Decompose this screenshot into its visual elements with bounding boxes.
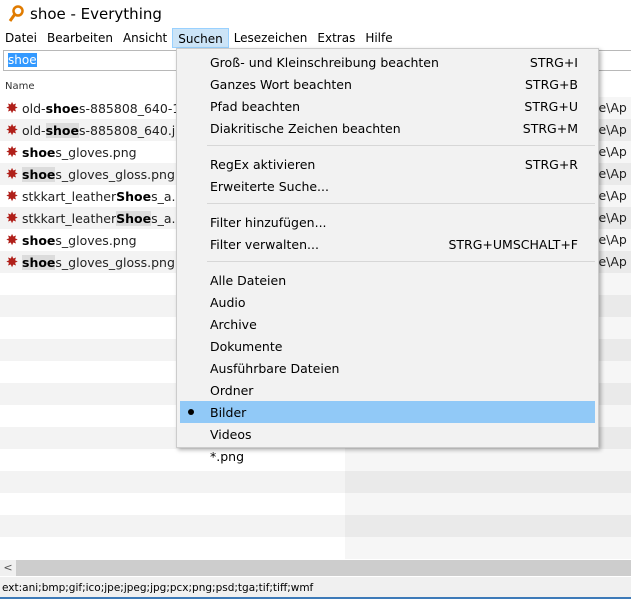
file-name: old-shoes-885808_640.jpg — [22, 122, 192, 138]
shortcut: STRG+I — [529, 54, 578, 70]
path-cell — [345, 515, 631, 537]
image-file-icon: ✸ — [5, 209, 19, 227]
menu-separator — [207, 145, 595, 146]
menu-lesezeichen[interactable]: Lesezeichen — [229, 28, 313, 48]
menu-separator — [207, 203, 595, 204]
suchen-menu: Groß- und Kleinschreibung beachten STRG+I… — [176, 48, 599, 464]
empty-row — [0, 537, 631, 559]
search-app-icon — [8, 5, 24, 23]
shortcut: STRG+UMSCHALT+F — [448, 236, 578, 252]
radio-bullet-icon — [188, 409, 194, 415]
menu-item[interactable]: Videos — [177, 423, 598, 445]
image-file-icon: ✸ — [5, 187, 19, 205]
file-name: old-shoes-885808_640-15. — [22, 100, 193, 116]
path-cell — [345, 471, 631, 493]
image-file-icon: ✸ — [5, 99, 19, 117]
scroll-left-icon[interactable]: < — [0, 560, 16, 576]
menu-extras[interactable]: Extras — [312, 28, 360, 48]
file-name: shoes_gloves.png — [22, 144, 137, 160]
file-name: stkkart_leatherShoes_a.png — [22, 188, 199, 204]
menu-item[interactable]: Ordner — [177, 379, 598, 401]
shortcut: STRG+M — [522, 120, 578, 136]
image-file-icon: ✸ — [5, 143, 19, 161]
menu-hilfe[interactable]: Hilfe — [360, 28, 397, 48]
image-file-icon: ✸ — [5, 121, 19, 139]
menu-item[interactable]: Filter verwalten... STRG+UMSCHALT+F — [177, 233, 598, 255]
empty-row — [0, 515, 631, 537]
menu-item[interactable]: Diakritische Zeichen beachten STRG+M — [177, 117, 598, 139]
image-file-icon: ✸ — [5, 253, 19, 271]
menu-bar: Datei Bearbeiten Ansicht Suchen Lesezeichen E… — [0, 28, 398, 48]
shortcut: STRG+B — [525, 76, 578, 92]
menu-item[interactable]: Bilder — [180, 401, 595, 423]
menu-item[interactable]: Erweiterte Suche... — [177, 175, 598, 197]
menu-separator — [207, 261, 595, 262]
menu-suchen[interactable]: Suchen — [172, 28, 229, 48]
menu-item[interactable]: Filter hinzufügen... — [177, 211, 598, 233]
image-file-icon: ✸ — [5, 165, 19, 183]
menu-ansicht[interactable]: Ansicht — [118, 28, 172, 48]
menu-item[interactable]: Pfad beachten STRG+U — [177, 95, 598, 117]
menu-item[interactable]: Dokumente — [177, 335, 598, 357]
file-name: shoes_gloves_gloss.png — [22, 166, 175, 182]
empty-row — [0, 493, 631, 515]
menu-item[interactable]: Audio — [177, 291, 598, 313]
path-cell — [345, 493, 631, 515]
menu-item[interactable]: *.png — [177, 445, 598, 467]
menu-item[interactable]: Ausführbare Dateien — [177, 357, 598, 379]
file-name: stkkart_leatherShoes_a.png — [22, 210, 199, 226]
path-cell — [345, 537, 631, 559]
empty-row — [0, 471, 631, 493]
menu-item[interactable]: Archive — [177, 313, 598, 335]
shortcut: STRG+U — [524, 98, 578, 114]
menu-item[interactable]: Ganzes Wort beachten STRG+B — [177, 73, 598, 95]
menu-item[interactable]: Groß- und Kleinschreibung beachten STRG+I — [177, 51, 598, 73]
menu-item[interactable]: Alle Dateien — [177, 269, 598, 291]
file-name: shoes_gloves_gloss.png — [22, 254, 175, 270]
shortcut: STRG+R — [524, 156, 578, 172]
status-bar: ext:ani;bmp;gif;ico;jpe;jpeg;jpg;pcx;png… — [0, 577, 631, 599]
file-name: shoes_gloves.png — [22, 232, 137, 248]
title-bar: shoe - Everything — [0, 0, 631, 28]
horizontal-scrollbar[interactable]: < — [0, 560, 631, 576]
menu-item[interactable]: RegEx aktivieren STRG+R — [177, 153, 598, 175]
window-title: shoe - Everything — [30, 5, 162, 23]
menu-bearbeiten[interactable]: Bearbeiten — [42, 28, 118, 48]
image-file-icon: ✸ — [5, 231, 19, 249]
menu-datei[interactable]: Datei — [0, 28, 42, 48]
